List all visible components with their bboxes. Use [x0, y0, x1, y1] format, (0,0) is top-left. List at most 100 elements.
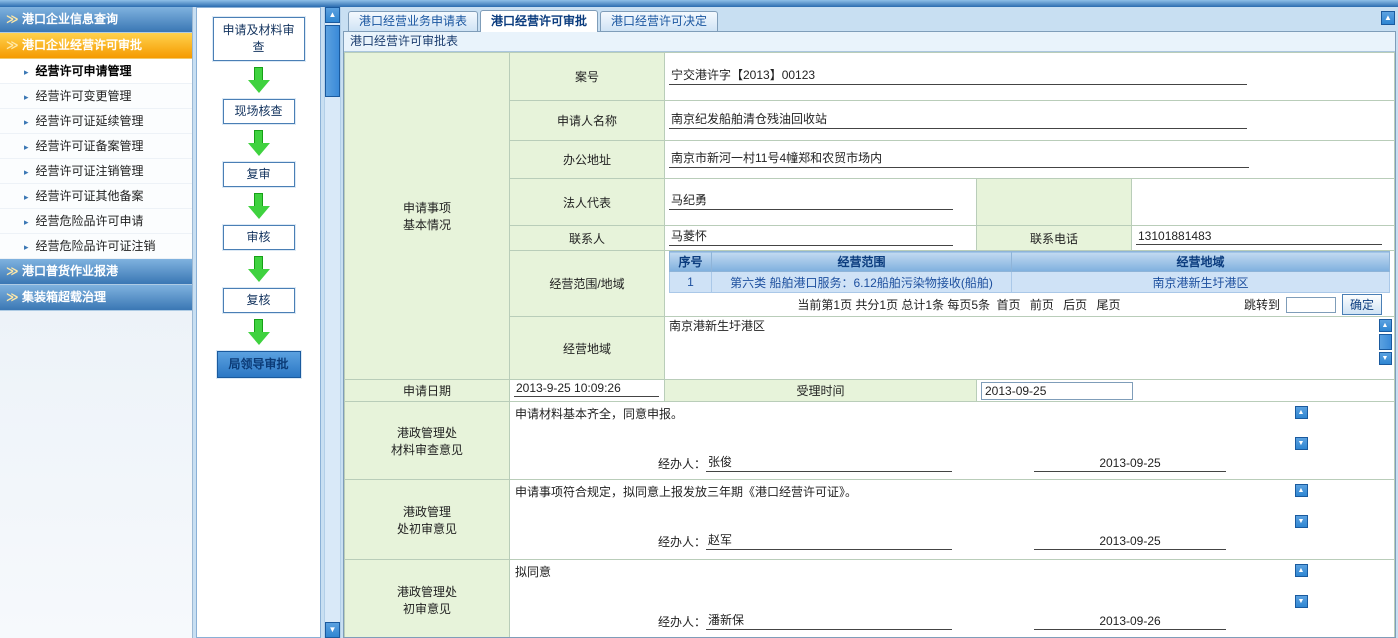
pager-prev-button[interactable]: 前页 — [1030, 298, 1054, 312]
workflow-step-reaudit[interactable]: 复核 — [223, 288, 295, 313]
scope-col-header-area: 经营地域 — [1012, 252, 1390, 272]
accept-time-label: 受理时间 — [665, 380, 977, 402]
scroll-up-button[interactable]: ▲ — [1379, 319, 1392, 332]
applicant-label: 申请人名称 — [510, 101, 665, 141]
contact-label: 联系人 — [510, 226, 665, 251]
legal-rep-label: 法人代表 — [510, 179, 665, 226]
up-arrow-icon: ▲ — [1298, 487, 1305, 494]
sidebar-subitem-license-record-mgmt[interactable]: ▸经营许可证备案管理 — [0, 134, 192, 159]
sidebar-subitem-dangerous-goods-cancel[interactable]: ▸经营危险品许可证注销 — [0, 234, 192, 259]
opinion-date-input[interactable]: 2013-09-26 — [1034, 614, 1226, 630]
sidebar-item-label: 港口普货作业报港 — [22, 264, 118, 278]
scroll-down-button[interactable]: ▼ — [1295, 595, 1308, 608]
phone-input[interactable]: 13101881483 — [1136, 229, 1382, 245]
sidebar-subitem-dangerous-goods-apply[interactable]: ▸经营危险品许可申请 — [0, 209, 192, 234]
legal-rep-input[interactable]: 马纪勇 — [669, 191, 953, 210]
handler-name-input[interactable]: 张俊 — [706, 453, 952, 472]
workflow-step-leader-approval[interactable]: 局领导审批 — [217, 351, 301, 378]
down-arrow-icon: ▼ — [329, 625, 337, 634]
tab-license-decision[interactable]: 港口经营许可决定 — [600, 11, 718, 31]
double-chevron-icon: ≫ — [6, 259, 22, 284]
sidebar-subitem-license-apply-mgmt[interactable]: ▸经营许可申请管理 — [0, 59, 192, 84]
group-label-line2: 基本情况 — [403, 218, 451, 232]
scroll-down-button[interactable]: ▼ — [325, 622, 340, 638]
handler-name-input[interactable]: 赵军 — [706, 531, 952, 550]
scroll-down-button[interactable]: ▼ — [1295, 515, 1308, 528]
tab-business-application-form[interactable]: 港口经营业务申请表 — [348, 11, 478, 31]
accept-date-input[interactable]: 2013-09-25 — [981, 382, 1133, 400]
sidebar-subitem-license-change-mgmt[interactable]: ▸经营许可变更管理 — [0, 84, 192, 109]
applicant-input[interactable]: 南京纪发船舶清仓残油回收站 — [669, 110, 1247, 129]
address-input[interactable]: 南京市新河一村11号4幢郑和农贸市场内 — [669, 149, 1249, 168]
scope-row-no: 1 — [670, 272, 712, 293]
opinion-label-line2: 处初审意见 — [397, 522, 457, 536]
opinion-label-line2: 初审意见 — [403, 602, 451, 616]
down-arrow-icon: ▼ — [1298, 598, 1305, 605]
apply-date-label: 申请日期 — [345, 380, 510, 402]
triangle-bullet-icon: ▸ — [24, 242, 29, 252]
pager-last-button[interactable]: 尾页 — [1097, 298, 1121, 312]
sidebar-subitem-label: 经营许可证注销管理 — [36, 164, 144, 178]
area-scrollbar[interactable]: ▲ ▼ — [1378, 319, 1392, 365]
workflow-step-audit[interactable]: 审核 — [223, 225, 295, 250]
up-arrow-icon: ▲ — [329, 10, 337, 19]
up-arrow-icon: ▲ — [1298, 409, 1305, 416]
area-textarea[interactable]: 南京港新生圩港区 ▲ ▼ — [665, 317, 1395, 380]
triangle-bullet-icon: ▸ — [24, 192, 29, 202]
scroll-down-button[interactable]: ▼ — [1379, 352, 1392, 365]
workflow-panel: 申请及材料审查 现场核查 复审 审核 复核 局领导审批 — [196, 7, 321, 638]
double-chevron-icon: ≫ — [6, 33, 22, 58]
jump-confirm-button[interactable]: 确定 — [1342, 294, 1382, 315]
workflow-step-application-review[interactable]: 申请及材料审查 — [213, 17, 305, 61]
scroll-down-button[interactable]: ▼ — [1295, 437, 1308, 450]
top-title-bar — [0, 0, 1398, 7]
sidebar-item-container-overload[interactable]: ≫集装箱超载治理 — [0, 285, 192, 311]
sidebar-subitem-label: 经营许可证其他备案 — [36, 189, 144, 203]
pager-first-button[interactable]: 首页 — [996, 298, 1020, 312]
opinion-date-input[interactable]: 2013-09-25 — [1034, 534, 1226, 550]
opinion-material-review-textarea[interactable]: 申请材料基本齐全，同意申报。 ▲ ▼ — [510, 402, 1394, 452]
opinion-label-line1: 港政管理处 — [397, 585, 457, 599]
main-scroll-up-button[interactable]: ▲ — [1381, 11, 1395, 25]
case-no-input[interactable]: 宁交港许字【2013】00123 — [669, 66, 1247, 85]
sidebar-subitem-license-renewal-mgmt[interactable]: ▸经营许可证延续管理 — [0, 109, 192, 134]
apply-date-input[interactable]: 2013-9-25 10:09:26 — [514, 381, 659, 397]
sidebar-item-enterprise-info-query[interactable]: ≫港口企业信息查询 — [0, 7, 192, 33]
down-arrow-icon: ▼ — [1382, 355, 1389, 362]
scrollbar-thumb[interactable] — [1379, 334, 1392, 350]
scroll-up-button[interactable]: ▲ — [325, 7, 340, 23]
opinion-preliminary-review-textarea[interactable]: 申请事项符合规定，拟同意上报发放三年期《港口经营许可证》。 ▲ ▼ — [510, 480, 1394, 530]
middle-vertical-scrollbar[interactable]: ▲ ▼ — [324, 7, 341, 638]
opinion-scrollbar[interactable]: ▲ ▼ — [1294, 406, 1308, 450]
sidebar-subitem-label: 经营许可变更管理 — [36, 89, 132, 103]
pager-next-button[interactable]: 后页 — [1063, 298, 1087, 312]
scope-table-row[interactable]: 1 第六类 船舶港口服务：6.12船舶污染物接收(船舶) 南京港新生圩港区 — [670, 272, 1390, 293]
sidebar-subitem-license-cancel-mgmt[interactable]: ▸经营许可证注销管理 — [0, 159, 192, 184]
scrollbar-track[interactable] — [325, 97, 340, 622]
opinion-scrollbar[interactable]: ▲ ▼ — [1294, 484, 1308, 528]
phone-label: 联系电话 — [977, 226, 1132, 251]
scroll-up-button[interactable]: ▲ — [1295, 406, 1308, 419]
handler-name-input[interactable]: 潘新保 — [706, 611, 952, 630]
opinion-scrollbar[interactable]: ▲ ▼ — [1294, 564, 1308, 608]
tab-license-approval[interactable]: 港口经营许可审批 — [480, 10, 598, 32]
jump-page-input[interactable] — [1286, 297, 1336, 313]
scroll-up-button[interactable]: ▲ — [1295, 564, 1308, 577]
scrollbar-thumb[interactable] — [325, 25, 340, 97]
triangle-bullet-icon: ▸ — [24, 67, 29, 77]
sidebar-subitem-license-other-record[interactable]: ▸ 经营许可证其他备案 — [0, 184, 192, 209]
opinion-text: 申请事项符合规定，拟同意上报发放三年期《港口经营许可证》。 — [515, 485, 857, 499]
approval-form-panel: 港口经营许可审批表 申请事项 基本情况 案号 宁交港许字【2013】00123 — [343, 31, 1396, 638]
workflow-step-recheck[interactable]: 复审 — [223, 162, 295, 187]
sidebar-item-cargo-report[interactable]: ≫港口普货作业报港 — [0, 259, 192, 285]
opinion-second-review-textarea[interactable]: 拟同意 ▲ ▼ — [510, 560, 1394, 610]
contact-input[interactable]: 马菱怀 — [669, 227, 953, 246]
pager-summary: 当前第1页 共分1页 总计1条 每页5条 — [797, 298, 990, 312]
pagination-bar: 当前第1页 共分1页 总计1条 每页5条 首页 前页 后页 尾页 跳转到 确定 — [669, 293, 1390, 316]
workflow-step-site-check[interactable]: 现场核查 — [223, 99, 295, 124]
sidebar-item-license-approval[interactable]: ≫港口企业经营许可审批 — [0, 33, 192, 59]
scroll-up-button[interactable]: ▲ — [1295, 484, 1308, 497]
down-arrow-icon: ▼ — [1298, 440, 1305, 447]
opinion-date-input[interactable]: 2013-09-25 — [1034, 456, 1226, 472]
triangle-bullet-icon: ▸ — [24, 142, 29, 152]
